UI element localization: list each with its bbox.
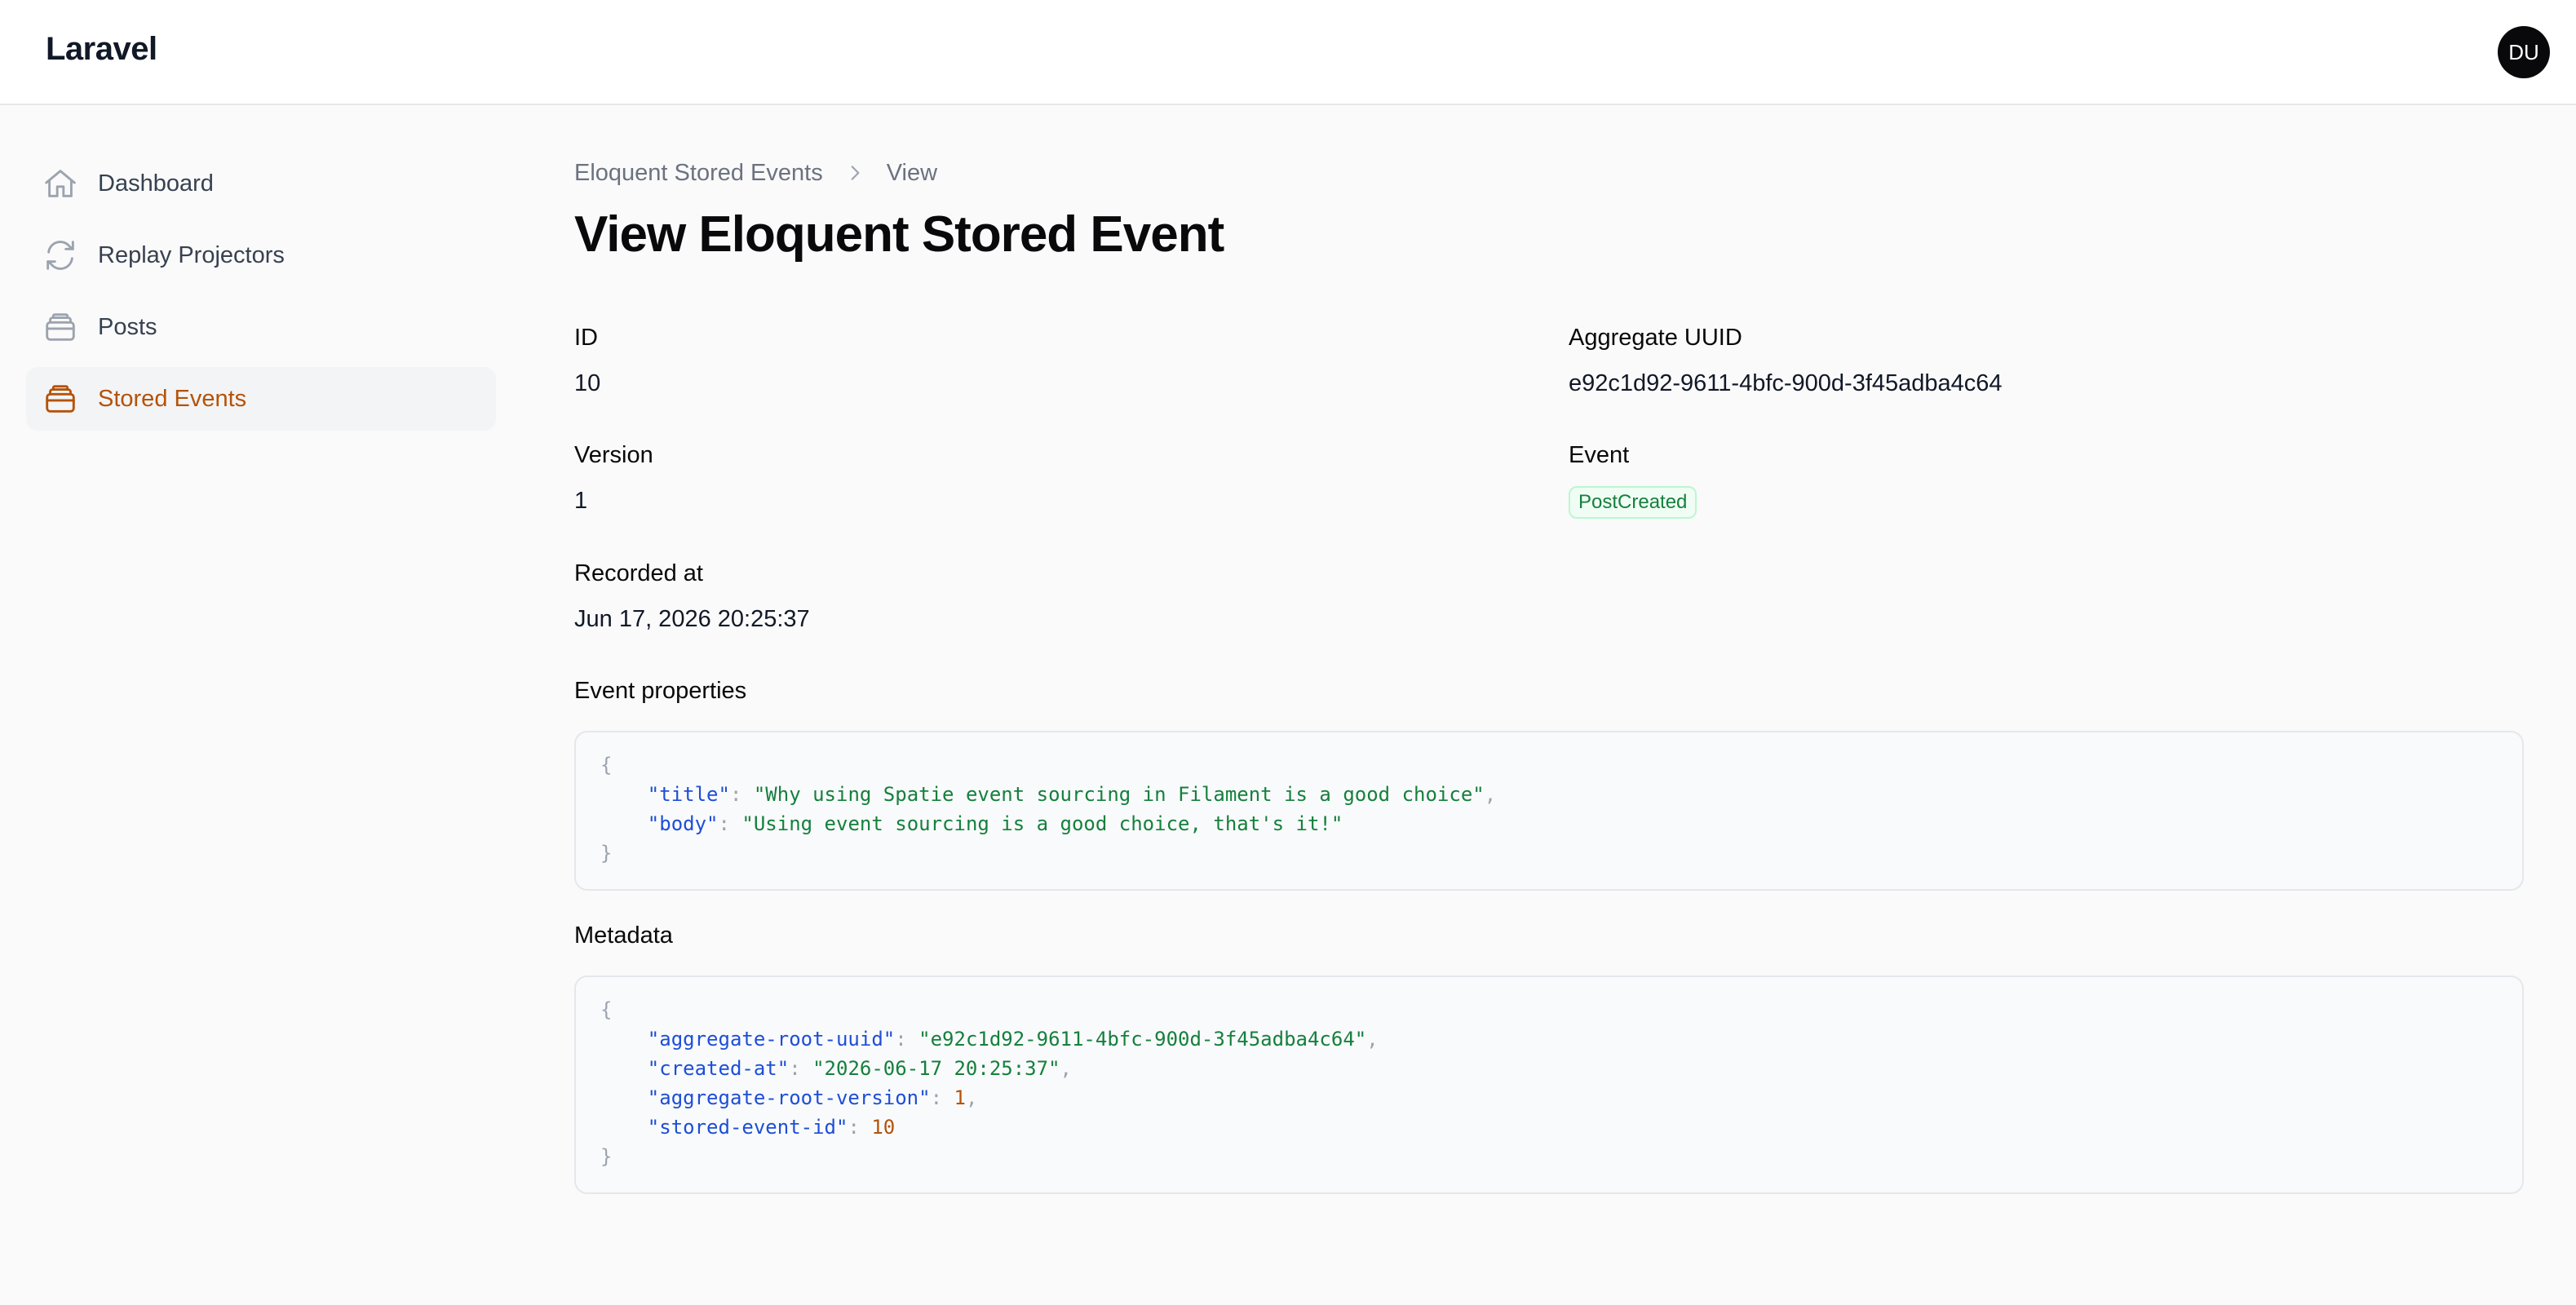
field-label: ID — [574, 325, 598, 351]
event-properties-code[interactable]: { "title": "Why using Spatie event sourc… — [574, 731, 2524, 891]
breadcrumb: Eloquent Stored Events View — [574, 152, 2524, 194]
json-close-brace: } — [600, 1145, 613, 1168]
json-open-brace: { — [600, 998, 613, 1021]
page-title: View Eloquent Stored Event — [574, 206, 1224, 263]
stack-icon — [41, 307, 80, 347]
json-line: "created-at": "2026-06-17 20:25:37", — [647, 1057, 1072, 1080]
detail-grid: ID 10 Aggregate UUID e92c1d92-9611-4bfc-… — [574, 321, 2524, 1194]
field-label: Aggregate UUID — [1569, 325, 1742, 351]
field-aggregate-uuid: Aggregate UUID e92c1d92-9611-4bfc-900d-3… — [1569, 321, 2003, 400]
json-line: "aggregate-root-version": 1, — [647, 1086, 978, 1109]
field-value: Jun 17, 2026 20:25:37 — [574, 606, 810, 632]
field-id: ID 10 — [574, 321, 600, 400]
json-line: "stored-event-id": 10 — [647, 1116, 896, 1139]
sidebar-item-replay-projectors[interactable]: Replay Projectors — [26, 223, 496, 287]
sidebar-item-label: Dashboard — [98, 170, 214, 197]
user-avatar[interactable]: DU — [2498, 26, 2550, 78]
sidebar-nav: Dashboard Replay Projectors Posts Stored… — [26, 152, 496, 439]
field-value: e92c1d92-9611-4bfc-900d-3f45adba4c64 — [1569, 370, 2003, 396]
brand-logo[interactable]: Laravel — [46, 31, 157, 68]
field-value: 1 — [574, 488, 588, 514]
json-line: "aggregate-root-uuid": "e92c1d92-9611-4b… — [647, 1028, 1379, 1051]
json-line: "body": "Using event sourcing is a good … — [647, 812, 1343, 835]
metadata-code[interactable]: { "aggregate-root-uuid": "e92c1d92-9611-… — [574, 975, 2524, 1194]
sidebar-item-label: Posts — [98, 313, 157, 340]
field-event: Event PostCreated — [1569, 439, 1697, 519]
chevron-right-icon — [844, 162, 865, 184]
json-line: "title": "Why using Spatie event sourcin… — [647, 783, 1497, 806]
main-content: Eloquent Stored Events View View Eloquen… — [574, 152, 2524, 1194]
json-open-brace: { — [600, 754, 613, 776]
sidebar-item-dashboard[interactable]: Dashboard — [26, 152, 496, 215]
breadcrumb-current: View — [886, 159, 938, 186]
refresh-icon — [41, 236, 80, 275]
metadata-label: Metadata — [574, 922, 673, 949]
field-label: Event — [1569, 442, 1630, 468]
event-properties-label: Event properties — [574, 678, 747, 704]
event-badge: PostCreated — [1569, 486, 1697, 519]
field-value: 10 — [574, 370, 601, 396]
home-icon — [41, 164, 80, 203]
breadcrumb-parent-link[interactable]: Eloquent Stored Events — [574, 160, 823, 187]
field-recorded-at: Recorded at Jun 17, 2026 20:25:37 — [574, 557, 810, 635]
sidebar-item-label: Replay Projectors — [98, 241, 285, 268]
sidebar-item-label: Stored Events — [98, 385, 247, 412]
top-bar: Laravel DU — [0, 0, 2576, 105]
field-version: Version 1 — [574, 439, 653, 517]
sidebar-item-stored-events[interactable]: Stored Events — [26, 367, 496, 431]
stack-icon — [41, 379, 80, 418]
field-label: Recorded at — [574, 560, 703, 586]
sidebar-item-posts[interactable]: Posts — [26, 295, 496, 359]
json-close-brace: } — [600, 842, 613, 865]
field-label: Version — [574, 442, 653, 468]
